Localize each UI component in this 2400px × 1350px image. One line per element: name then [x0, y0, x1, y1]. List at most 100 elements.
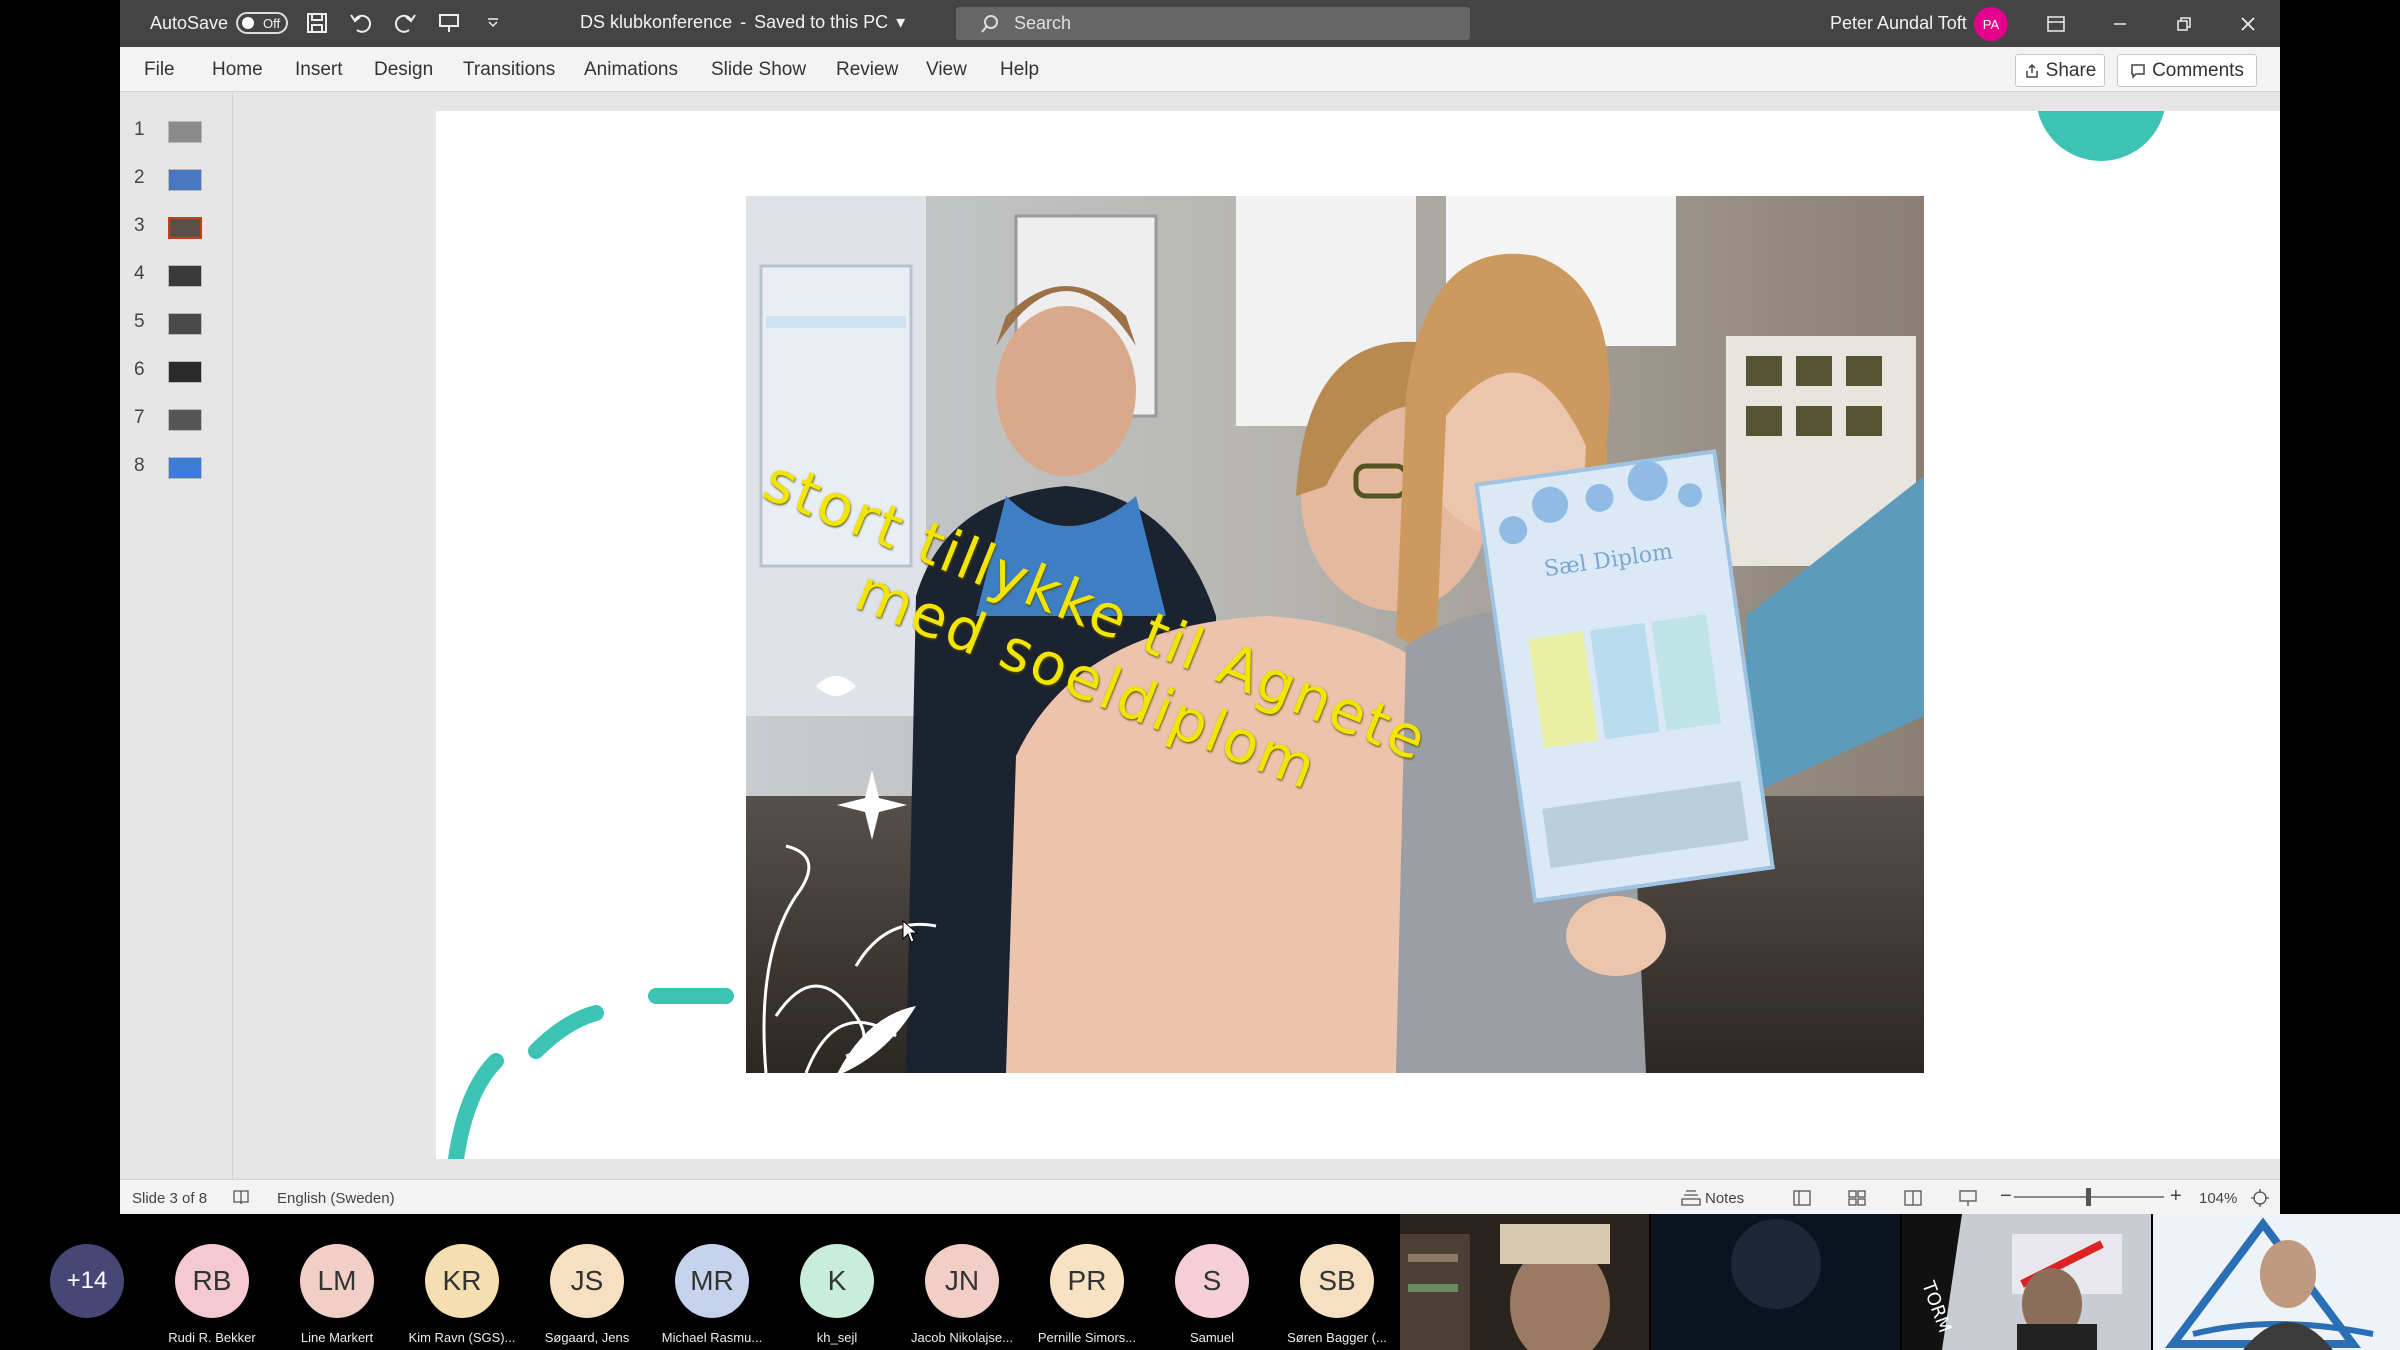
user-avatar[interactable]: PA — [1974, 7, 2008, 41]
participant-tile[interactable]: KR Kim Ravn (SGS)... — [402, 1244, 522, 1345]
search-box[interactable]: Search — [956, 7, 1470, 40]
tab-review[interactable]: Review — [836, 59, 898, 81]
participant-video[interactable]: TORM — [1902, 1214, 2151, 1350]
participant-tile[interactable]: S Samuel — [1152, 1244, 1272, 1345]
thumbnail-image — [168, 217, 202, 239]
close-button[interactable] — [2216, 0, 2280, 47]
participant-avatar: JS — [550, 1244, 624, 1318]
participant-name: Michael Rasmu... — [661, 1330, 763, 1345]
thumbnail-image — [168, 169, 202, 191]
thumbnail-number: 3 — [134, 215, 145, 236]
participant-avatar: MR — [675, 1244, 749, 1318]
fit-to-window-icon[interactable] — [2250, 1188, 2270, 1208]
participant-avatar: SB — [1300, 1244, 1374, 1318]
thumbnail-number: 6 — [134, 359, 145, 380]
slide-thumbnail[interactable]: 7 — [120, 399, 233, 439]
participant-tile[interactable]: JS Søgaard, Jens — [527, 1244, 647, 1345]
zoom-slider[interactable] — [2014, 1188, 2164, 1206]
meeting-participants-strip: +14 RB Rudi R. Bekker LM Line Markert KR Ki… — [0, 1214, 1400, 1350]
participant-name: Søren Bagger (... — [1287, 1330, 1387, 1345]
reading-view-icon[interactable] — [1903, 1189, 1923, 1207]
video-feed-image — [1651, 1214, 1900, 1350]
restore-icon — [2177, 16, 2191, 31]
current-slide[interactable]: Sæl Diplom stort tillykke til Agnete med… — [436, 111, 2280, 1159]
zoom-level[interactable]: 104% — [2199, 1190, 2237, 1207]
participant-tile[interactable]: JN Jacob Nikolajse... — [902, 1244, 1022, 1345]
participant-avatar: JN — [925, 1244, 999, 1318]
participant-name: Rudi R. Bekker — [168, 1330, 256, 1345]
slide-thumbnail[interactable]: 6 — [120, 351, 233, 391]
redo-icon[interactable] — [390, 8, 420, 38]
ribbon-display-options-button[interactable] — [2024, 0, 2088, 47]
participant-video[interactable] — [1400, 1214, 1649, 1350]
thumbnail-number: 1 — [134, 119, 145, 140]
participant-name: Samuel — [1189, 1330, 1235, 1345]
participant-name: Line Markert — [300, 1330, 374, 1345]
mouse-cursor-icon — [902, 920, 918, 943]
slide-thumbnail[interactable]: 1 — [120, 111, 233, 151]
share-button[interactable]: Share — [2015, 54, 2105, 87]
slide-thumbnail[interactable]: 5 — [120, 303, 233, 343]
tab-help[interactable]: Help — [1000, 59, 1039, 81]
notes-button[interactable]: Notes — [1705, 1190, 1744, 1207]
tab-view[interactable]: View — [926, 59, 967, 81]
thumbnail-image — [168, 409, 202, 431]
more-participants-button[interactable]: +14 — [50, 1244, 124, 1318]
tab-insert[interactable]: Insert — [295, 59, 343, 81]
autosave-toggle[interactable]: Off — [236, 12, 289, 34]
participant-name: kh_sejl — [816, 1330, 858, 1345]
slide-show-view-icon[interactable] — [1958, 1189, 1978, 1207]
slide-thumbnail[interactable]: 2 — [120, 159, 233, 199]
participant-tile[interactable]: MR Michael Rasmu... — [652, 1244, 772, 1345]
tab-design[interactable]: Design — [374, 59, 433, 81]
slide-editing-area[interactable]: Sæl Diplom stort tillykke til Agnete med… — [234, 93, 2280, 1179]
participant-tile[interactable]: PR Pernille Simors... — [1027, 1244, 1147, 1345]
document-title[interactable]: DS klubkonference - Saved to this PC ▾ — [580, 12, 905, 33]
zoom-in-button[interactable]: + — [2170, 1185, 2182, 1208]
tab-file[interactable]: File — [144, 59, 175, 81]
quick-access-toolbar — [302, 8, 508, 38]
slide-thumbnail[interactable]: 4 — [120, 255, 233, 295]
participant-video[interactable] — [2153, 1214, 2400, 1350]
save-icon[interactable] — [302, 8, 332, 38]
save-status: Saved to this PC — [754, 12, 889, 32]
accessibility-check-icon[interactable] — [232, 1188, 250, 1206]
comments-button[interactable]: Comments — [2117, 54, 2257, 87]
tab-slide-show[interactable]: Slide Show — [711, 59, 806, 81]
participant-avatar: S — [1175, 1244, 1249, 1318]
tab-home[interactable]: Home — [212, 59, 263, 81]
participant-tile[interactable]: Kkh_sejl — [777, 1244, 897, 1345]
slide-thumbnail-selected[interactable]: 3 — [120, 207, 233, 247]
participant-tile[interactable]: LM Line Markert — [277, 1244, 397, 1345]
minimize-icon — [2114, 22, 2126, 25]
zoom-slider-thumb[interactable] — [2086, 1188, 2091, 1206]
participant-tile[interactable]: SB Søren Bagger (... — [1277, 1244, 1397, 1345]
participant-avatar: LM — [300, 1244, 374, 1318]
slide-sorter-icon[interactable] — [1847, 1189, 1867, 1207]
normal-view-icon[interactable] — [1792, 1189, 1812, 1207]
slide-photo[interactable]: Sæl Diplom stort tillykke til Agnete med… — [746, 196, 1924, 1073]
tab-animations[interactable]: Animations — [584, 59, 678, 81]
participant-tile[interactable]: RB Rudi R. Bekker — [152, 1244, 272, 1345]
window-controls — [2024, 0, 2280, 47]
autosave[interactable]: AutoSave Off — [150, 12, 289, 34]
powerpoint-window: AutoSave Off DS klubkonference - Saved t… — [120, 0, 2280, 1214]
search-icon — [981, 14, 998, 33]
participant-video[interactable] — [1651, 1214, 1900, 1350]
thumbnail-image — [168, 265, 202, 287]
close-icon — [2241, 16, 2255, 31]
thumbnail-number: 7 — [134, 407, 145, 428]
language-indicator[interactable]: English (Sweden) — [277, 1190, 395, 1207]
title-bar: AutoSave Off DS klubkonference - Saved t… — [120, 0, 2280, 47]
slide-thumbnail[interactable]: 8 — [120, 447, 233, 487]
decorative-dashed-curve — [448, 988, 734, 1159]
undo-icon[interactable] — [346, 8, 376, 38]
customize-toolbar-icon[interactable] — [478, 8, 508, 38]
minimize-button[interactable] — [2088, 0, 2152, 47]
present-from-beginning-icon[interactable] — [434, 8, 464, 38]
participant-name: Jacob Nikolajse... — [911, 1330, 1013, 1345]
tab-transitions[interactable]: Transitions — [463, 59, 555, 81]
comments-label: Comments — [2152, 59, 2244, 81]
zoom-out-button[interactable]: − — [2000, 1185, 2012, 1208]
restore-button[interactable] — [2152, 0, 2216, 47]
